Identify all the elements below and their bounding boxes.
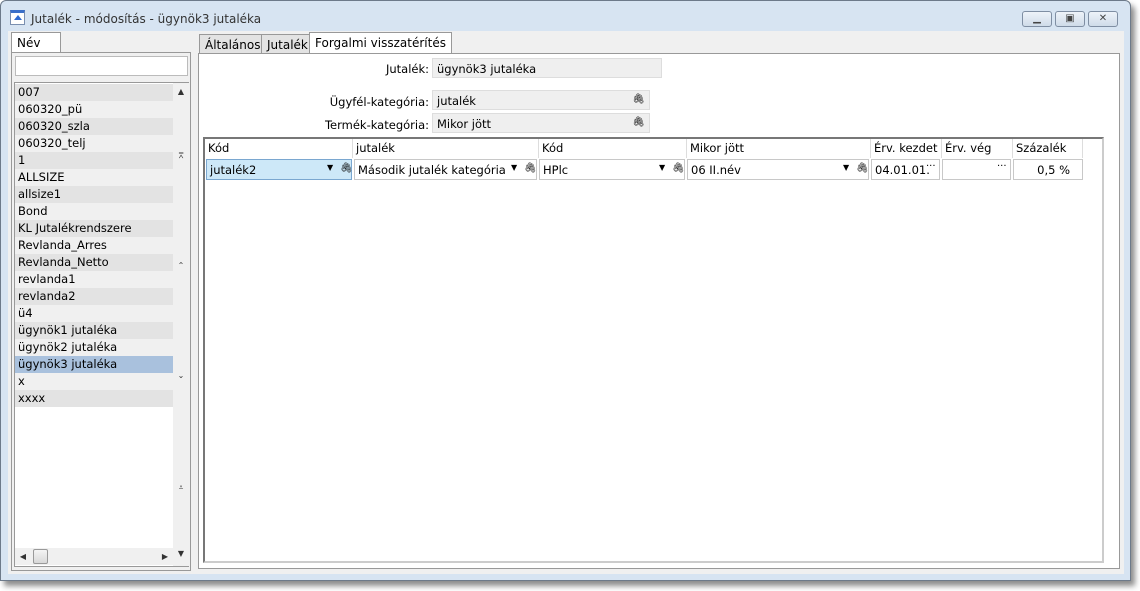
close-button[interactable]: ✕ (1088, 11, 1118, 27)
kod2-dropdown[interactable]: HPlc ▼ 🖇 (539, 159, 685, 180)
erv-kezdet-field[interactable]: 04.01.01. ··· (871, 159, 940, 180)
list-item[interactable]: ü4 (15, 305, 173, 322)
col-header-kod2[interactable]: Kód (539, 139, 687, 158)
list-item[interactable]: Revlanda_Arres (15, 237, 173, 254)
tab-label: Általános (205, 38, 261, 52)
kod-dropdown[interactable]: jutalék2 ▼ 🖇 (206, 159, 353, 180)
window-title: Jutalék - módosítás - ügynök3 jutaléka (31, 12, 262, 26)
cell-value: HPlc (543, 163, 569, 177)
left-panel: 007 060320_pü 060320_szla 060320_telj 1 ALLSI… (11, 52, 191, 571)
field-value: ügynök3 jutaléka (437, 62, 537, 76)
tab-forgalmi-visszaterites[interactable]: Forgalmi visszatérítés (309, 32, 452, 54)
list-item[interactable]: ügynök3 jutaléka (15, 356, 173, 373)
col-header-kod[interactable]: Kód (205, 139, 353, 158)
cell-value: Második jutalék kategória (358, 163, 506, 177)
paperclip-icon[interactable]: 🖇 (524, 163, 537, 174)
app-icon (10, 10, 25, 25)
page-top-icon[interactable]: ⩞ (173, 151, 189, 161)
list-item[interactable]: 007 (15, 84, 173, 101)
ugyfel-kategoria-field[interactable]: jutalék 🖇 (432, 90, 650, 110)
vertical-scrollbar[interactable]: ▲ ⩞ ⌃ ⌄ ⩡ ▼ (173, 83, 189, 566)
list-item[interactable]: xxxx (15, 390, 173, 407)
scroll-thumb[interactable] (33, 549, 48, 564)
list-item[interactable]: 060320_szla (15, 118, 173, 135)
list-item[interactable]: ALLSIZE (15, 169, 173, 186)
tab-label: Jutalék (267, 38, 308, 52)
ellipsis-button[interactable]: ··· (997, 161, 1007, 172)
client-area: Név 007 060320_pü 060320_szla 060320_telj 1 A… (8, 31, 1124, 574)
list-item[interactable]: 1 (15, 152, 173, 169)
tab-label: Forgalmi visszatérítés (315, 36, 446, 50)
col-header-erv-veg[interactable]: Érv. vég (942, 139, 1013, 158)
cell-value: 0,5 % (1037, 163, 1070, 177)
tab-jutalek[interactable]: Jutalék (261, 34, 314, 55)
scroll-right-icon[interactable]: ▶ (157, 552, 173, 561)
szazalek-field[interactable]: 0,5 % (1013, 159, 1083, 180)
chevron-down-icon[interactable]: ▼ (327, 163, 333, 172)
paperclip-icon[interactable]: 🖇 (856, 163, 869, 174)
jutalek-label: Jutalék: (385, 62, 429, 76)
jutalek-dropdown[interactable]: Második jutalék kategória ▼ 🖇 (354, 159, 537, 180)
cell-value: jutalék2 (210, 163, 257, 177)
page-bottom-icon[interactable]: ⩡ (173, 483, 189, 493)
ugyfel-kategoria-label: Ügyfél-kategória: (329, 95, 429, 109)
data-grid: Kód jutalék Kód Mikor jött Érv. kezdet É… (203, 137, 1104, 563)
mikor-jott-dropdown[interactable]: 06 II.név ▼ 🖇 (687, 159, 869, 180)
cell-value: 06 II.név (691, 163, 741, 177)
name-list: 007 060320_pü 060320_szla 060320_telj 1 ALLSI… (14, 82, 189, 567)
field-value: jutalék (437, 94, 476, 108)
list-item[interactable]: ügynök1 jutaléka (15, 322, 173, 339)
paperclip-icon[interactable]: 🖇 (632, 94, 645, 105)
list-item[interactable]: 060320_pü (15, 101, 173, 118)
jutalek-field[interactable]: ügynök3 jutaléka (432, 58, 662, 78)
list-item[interactable]: KL Jutalékrendszere (15, 220, 173, 237)
list-item[interactable]: revlanda1 (15, 271, 173, 288)
tab-label: Név (17, 36, 41, 50)
scroll-up-icon[interactable]: ▲ (173, 87, 189, 96)
chevron-down-icon[interactable]: ▼ (843, 163, 849, 172)
col-header-mikor-jott[interactable]: Mikor jött (687, 139, 871, 158)
list-item[interactable]: Revlanda_Netto (15, 254, 173, 271)
page-up-icon[interactable]: ⌃ (173, 261, 189, 270)
list-item[interactable]: 060320_telj (15, 135, 173, 152)
col-header-jutalek[interactable]: jutalék (353, 139, 539, 158)
tab-nev[interactable]: Név (11, 32, 61, 54)
paperclip-icon[interactable]: 🖇 (672, 163, 685, 174)
maximize-button[interactable]: ▣ (1055, 11, 1085, 27)
col-header-szazalek[interactable]: Százalék (1013, 139, 1083, 158)
chevron-down-icon[interactable]: ▼ (659, 163, 665, 172)
termek-kategoria-label: Termék-kategória: (324, 118, 429, 132)
erv-veg-field[interactable]: ··· (942, 159, 1011, 180)
list-item[interactable]: allsize1 (15, 186, 173, 203)
ellipsis-button[interactable]: ··· (926, 161, 936, 172)
page-down-icon[interactable]: ⌄ (173, 371, 189, 380)
window: Jutalék - módosítás - ügynök3 jutaléka ▁… (0, 0, 1131, 581)
horizontal-scrollbar[interactable]: ◀ ▶ (15, 548, 173, 565)
scroll-down-icon[interactable]: ▼ (173, 549, 189, 558)
name-search-input[interactable] (15, 56, 188, 76)
minimize-button[interactable]: ▁ (1022, 11, 1052, 27)
cell-value: 04.01.01. (875, 163, 930, 177)
list-item[interactable]: revlanda2 (15, 288, 173, 305)
scroll-left-icon[interactable]: ◀ (15, 552, 31, 561)
paperclip-icon[interactable]: 🖇 (632, 117, 645, 128)
tab-content: Jutalék: ügynök3 jutaléka Ügyfél-kategór… (198, 53, 1120, 569)
list-item[interactable]: x (15, 373, 173, 390)
chevron-down-icon[interactable]: ▼ (511, 163, 517, 172)
list-item[interactable]: ügynök2 jutaléka (15, 339, 173, 356)
list-item[interactable]: Bond (15, 203, 173, 220)
field-value: Mikor jött (437, 117, 492, 131)
paperclip-icon[interactable]: 🖇 (340, 163, 353, 174)
col-header-erv-kezdet[interactable]: Érv. kezdet (871, 139, 942, 158)
tab-altalanos[interactable]: Általános (199, 34, 267, 55)
termek-kategoria-field[interactable]: Mikor jött 🖇 (432, 113, 650, 133)
